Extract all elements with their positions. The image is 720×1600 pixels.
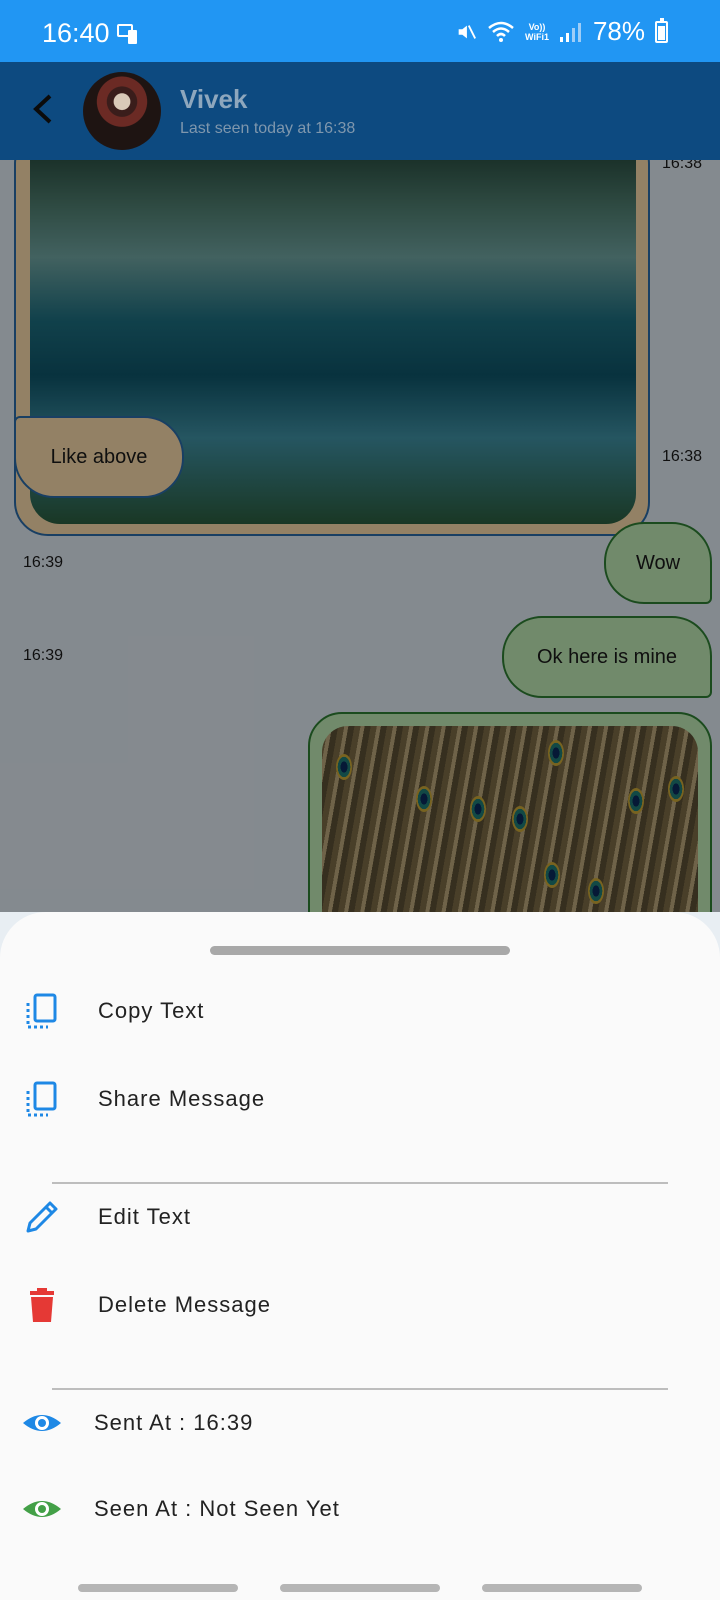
sent-at-info: Sent At : 16:39 bbox=[0, 1380, 720, 1466]
back-arrow-icon[interactable] bbox=[20, 84, 70, 134]
menu-label: Delete Message bbox=[98, 1292, 271, 1317]
trash-icon bbox=[30, 1288, 54, 1322]
edit-text-option[interactable]: Edit Text bbox=[0, 1174, 720, 1260]
sheet-drag-handle[interactable] bbox=[210, 946, 510, 955]
vowifi-label: Vo)) WiFi1 bbox=[525, 21, 549, 42]
menu-label: Seen At : Not Seen Yet bbox=[94, 1496, 340, 1521]
delete-message-option[interactable]: Delete Message bbox=[0, 1262, 720, 1348]
seen-at-info: Seen At : Not Seen Yet bbox=[0, 1466, 720, 1552]
copy-text-option[interactable]: Copy Text bbox=[0, 968, 720, 1054]
eye-icon bbox=[23, 1501, 61, 1517]
last-seen-text: Last seen today at 16:38 bbox=[180, 120, 356, 137]
battery-percent: 78% bbox=[592, 16, 645, 46]
copy-icon bbox=[26, 1081, 57, 1117]
status-time: 16:40 bbox=[42, 18, 110, 48]
menu-label: Copy Text bbox=[98, 998, 205, 1023]
wifi-icon bbox=[488, 21, 514, 42]
menu-label: Sent At : 16:39 bbox=[94, 1410, 254, 1435]
menu-label: Edit Text bbox=[98, 1204, 191, 1229]
share-message-option[interactable]: Share Message bbox=[0, 1056, 720, 1142]
modal-scrim[interactable] bbox=[0, 160, 720, 912]
mute-icon bbox=[458, 24, 477, 39]
battery-icon bbox=[655, 17, 668, 43]
eye-icon bbox=[23, 1415, 61, 1431]
status-bar: 16:40 Vo)) WiFi1 78% bbox=[0, 0, 720, 62]
nav-home[interactable] bbox=[280, 1584, 440, 1592]
contact-name[interactable]: Vivek bbox=[180, 84, 247, 115]
nav-recents[interactable] bbox=[78, 1584, 238, 1592]
chat-header: Vivek Last seen today at 16:38 bbox=[0, 62, 720, 160]
status-right: Vo)) WiFi1 78% bbox=[455, 16, 668, 47]
copy-icon bbox=[26, 993, 57, 1029]
avatar[interactable] bbox=[83, 72, 161, 150]
pencil-icon bbox=[26, 1201, 58, 1233]
signal-icon bbox=[559, 22, 581, 42]
nav-back[interactable] bbox=[482, 1584, 642, 1592]
message-options-sheet: Copy Text Share Message Edit Text Delete… bbox=[0, 912, 720, 1600]
screen-mirror-icon bbox=[117, 24, 137, 44]
menu-label: Share Message bbox=[98, 1086, 266, 1111]
chat-area: 16:38 Like above 16:38 16:39 Wow 16:39 O… bbox=[0, 160, 720, 912]
